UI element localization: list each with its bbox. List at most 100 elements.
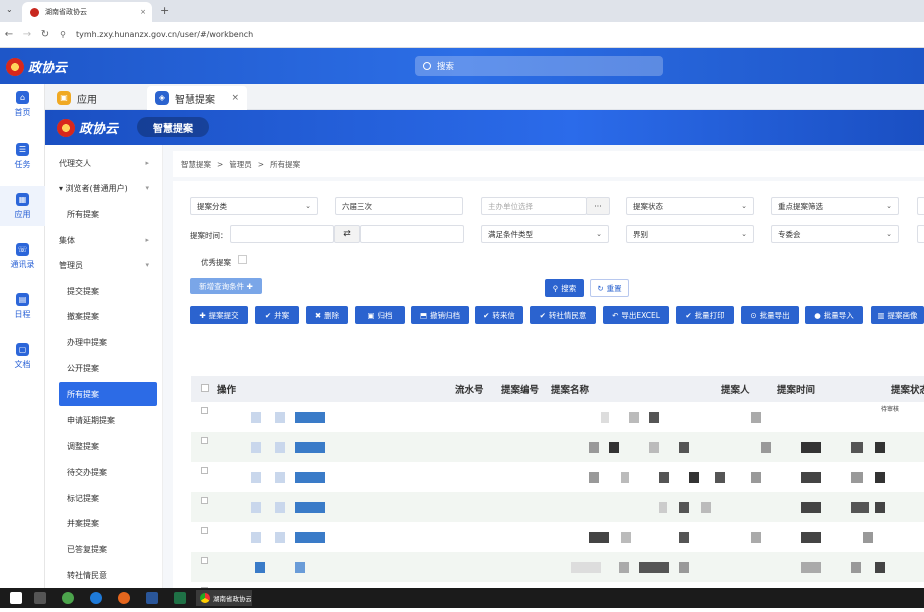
col-time[interactable]: 提案时间 [777,382,815,396]
sidebar-item[interactable]: 办理中提案 [45,330,163,354]
action-button[interactable]: ✖ 删除 [306,306,348,324]
rail-item-task[interactable]: ☰ 任务 [0,136,45,176]
action-button[interactable]: ✔ 并案 [255,306,299,324]
action-button[interactable]: ↶ 导出EXCEL [603,306,669,324]
key-proposal-select[interactable]: 重点提案筛选 ⌄ [771,197,899,215]
action-button[interactable]: ⊙ 批量导出 [741,306,799,324]
select-all-checkbox[interactable] [201,384,209,392]
sidebar-item[interactable]: ▾ 浏览者(普通用户) ▾ [45,176,163,200]
overflow-field[interactable] [917,225,924,243]
table-row[interactable] [191,522,924,552]
committee-select[interactable]: 专委会 ⌄ [771,225,899,243]
sidebar-item-label: 撤案提案 [67,311,99,321]
row-checkbox[interactable] [201,527,208,534]
sidebar-item[interactable]: 公开提案 [45,356,163,380]
reset-button[interactable]: ↻ 重置 [590,279,629,297]
unit-field[interactable]: 主办单位选择 [481,197,587,215]
sidebar-item[interactable]: 调整提案 [45,434,163,458]
close-icon[interactable]: × [231,93,239,103]
action-button[interactable]: ▣ 归档 [355,306,405,324]
url-field[interactable]: tymh.zxy.hunanzx.gov.cn/user/#/workbench [76,30,253,39]
taskbar-chrome-window[interactable]: 湖南省政协云 [196,590,252,606]
browser-tab[interactable]: 湖南省政协云 × [22,2,152,22]
sidebar-item[interactable]: 所有提案 [45,202,163,226]
table-row[interactable] [191,492,924,522]
action-button[interactable]: ● 批量导入 [805,306,863,324]
sidebar-item[interactable]: 标记提案 [45,486,163,510]
sidebar-item[interactable]: 待交办提案 [45,460,163,484]
col-number[interactable]: 提案编号 [501,382,539,396]
app-icon[interactable] [62,592,74,604]
browser-tab-title: 湖南省政协云 [45,8,87,16]
col-status[interactable]: 提案状态 [891,382,924,396]
rail-item-apps[interactable]: ▦ 应用 [0,186,45,226]
breadcrumb-item[interactable]: 管理员 [229,159,252,170]
firefox-icon[interactable] [118,592,130,604]
sidebar-item[interactable]: 申请延期提案 [45,408,163,432]
sheet-icon[interactable] [174,592,186,604]
action-button[interactable]: ✔ 转来信 [475,306,523,324]
excellent-checkbox[interactable] [238,255,247,264]
sidebar-item[interactable]: 集体 ▸ [45,228,163,252]
col-proposer[interactable]: 提案人 [721,382,750,396]
row-checkbox[interactable] [201,437,208,444]
redacted-cell [801,532,821,543]
sidebar-item[interactable]: 并案提案 [45,511,163,535]
sidebar-item[interactable]: 撤案提案 [45,304,163,328]
row-checkbox[interactable] [201,557,208,564]
tab-apps[interactable]: ▣ 应用 [49,86,105,110]
end-date-field[interactable] [360,225,464,243]
new-tab-icon[interactable]: + [160,4,169,17]
new-condition-button[interactable]: 新增查询条件 ✚ [190,278,262,294]
reload-icon[interactable]: ↻ [36,29,54,40]
edge-icon[interactable] [90,592,102,604]
action-button[interactable]: ⬒ 撤销归档 [411,306,469,324]
status-select[interactable]: 提案状态 ⌄ [626,197,754,215]
forward-icon[interactable]: → [18,29,36,40]
global-search[interactable]: 搜索 [415,56,663,76]
tab-list-icon[interactable]: ⌄ [6,5,13,14]
overflow-field[interactable] [917,197,924,215]
word-icon[interactable] [146,592,158,604]
action-button[interactable]: ▥ 提案画像 [871,306,924,324]
site-info-icon[interactable]: ⚲ [54,30,72,39]
row-checkbox[interactable] [201,497,208,504]
rail-item-calendar[interactable]: ▤ 日程 [0,286,45,326]
action-button[interactable]: ✚ 提案提交 [190,306,248,324]
table-row[interactable]: 待审核 [191,402,924,432]
row-checkbox[interactable] [201,467,208,474]
close-tab-icon[interactable]: × [140,8,146,16]
rail-item-contacts[interactable]: ☏ 通讯录 [0,236,45,276]
breadcrumb-item[interactable]: 智慧提案 [181,159,211,170]
action-button[interactable]: ✔ 转社情民意 [530,306,596,324]
condition-select[interactable]: 满足条件类型 ⌄ [481,225,609,243]
rail-item-home[interactable]: ⌂ 首页 [0,84,45,124]
unit-picker-button[interactable]: ··· [586,197,610,215]
sidebar-item[interactable]: 提交提案 [45,279,163,303]
table-row[interactable] [191,432,924,462]
col-serial[interactable]: 流水号 [455,382,484,396]
table-row[interactable] [191,462,924,492]
action-button[interactable]: ✔ 批量打印 [676,306,734,324]
table-row[interactable] [191,552,924,582]
sidebar-item[interactable]: 管理员 ▾ [45,253,163,277]
redacted-cell [659,502,667,513]
sidebar-item[interactable]: 所有提案 [59,382,157,406]
session-field[interactable]: 六届三次 [335,197,463,215]
chrome-icon [200,593,210,603]
sidebar-item[interactable]: 转社情民意 [45,563,163,587]
back-icon[interactable]: ← [0,29,18,40]
swap-icon[interactable]: ⇄ [334,225,360,243]
rail-item-document[interactable]: ▢ 文档 [0,336,45,376]
start-date-field[interactable] [230,225,334,243]
sidebar-item[interactable]: 已答复提案 [45,537,163,561]
task-view-icon[interactable] [34,592,46,604]
tab-smart-proposal[interactable]: ◈ 智慧提案 × [147,86,247,110]
col-title[interactable]: 提案名称 [551,382,589,396]
sidebar-item[interactable]: 代理交人 ▸ [45,151,163,175]
category-select[interactable]: 提案分类 ⌄ [190,197,318,215]
windows-start-icon[interactable] [10,592,22,604]
row-checkbox[interactable] [201,407,208,414]
sector-select[interactable]: 界别 ⌄ [626,225,754,243]
search-button[interactable]: ⚲ 搜索 [545,279,584,297]
